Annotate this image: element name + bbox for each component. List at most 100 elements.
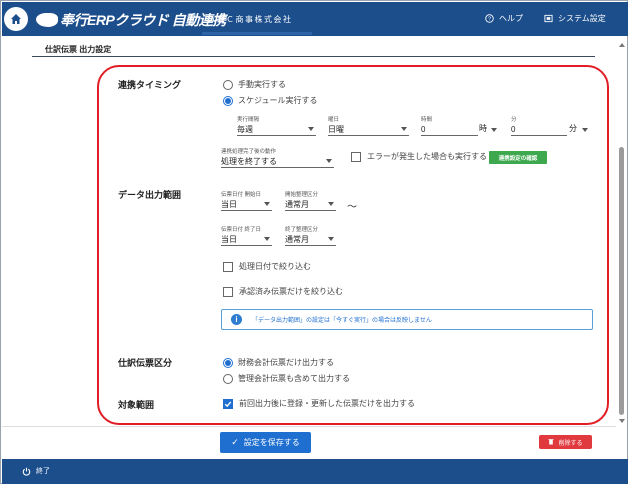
checkbox-box <box>223 286 233 297</box>
scroll-down-arrow-icon[interactable] <box>619 419 625 423</box>
chevron-down-icon <box>582 127 588 132</box>
home-button[interactable] <box>4 7 28 31</box>
end-period-label: 終了整理区分 <box>285 227 319 233</box>
help-link[interactable]: ? ヘルプ <box>485 13 523 24</box>
after-action-value: 処理を終了する <box>221 156 277 166</box>
minute-input-value: 0 <box>511 124 516 134</box>
chevron-down-icon <box>491 127 497 132</box>
checkmark-icon <box>224 400 232 407</box>
logo-mark-icon <box>36 13 58 27</box>
settings-label: システム設定 <box>558 14 606 23</box>
end-date-label: 伝票日付 終了日 <box>221 227 262 233</box>
checkbox-box <box>351 151 361 162</box>
delete-label: 削除する <box>558 440 583 447</box>
app-logo: 奉行ERPクラウド 自動連携 <box>36 10 226 30</box>
company-name[interactable]: ＯＢＣ商事株式会社 <box>207 14 293 25</box>
chevron-down-icon <box>264 237 270 241</box>
target-section-label: 対象範囲 <box>118 400 155 410</box>
weekday-select-value: 日曜 <box>328 124 344 134</box>
filter-processing-date-checkbox[interactable]: 処理日付で絞り込む <box>223 261 311 272</box>
help-icon: ? <box>485 14 494 23</box>
end-period-value: 通常月 <box>285 234 309 244</box>
exit-label: 終了 <box>36 468 50 475</box>
start-date-label: 伝票日付 開始日 <box>221 192 262 198</box>
check-settings-button[interactable]: 連携設定の確認 <box>489 151 547 164</box>
check-icon: ✓ <box>231 437 239 447</box>
chevron-down-icon <box>264 202 270 206</box>
system-settings-link[interactable]: システム設定 <box>544 13 606 24</box>
range-section-label: データ出力範囲 <box>118 190 182 200</box>
financial-only-radio[interactable]: 財務会計伝票だけ出力する <box>223 357 334 368</box>
minute-input-label: 分 <box>511 117 517 123</box>
checkbox-checked <box>223 398 233 409</box>
exit-button[interactable]: 終了 <box>22 466 50 476</box>
schedule-run-radio[interactable]: スケジュール実行する <box>223 95 317 106</box>
hour-input-value: 0 <box>421 124 426 134</box>
filter-approved-checkbox[interactable]: 承認済み伝票だけを絞り込む <box>223 286 343 297</box>
weekday-select[interactable]: 曜日 日曜 <box>328 115 409 136</box>
hour-dropdown[interactable] <box>491 115 498 136</box>
svg-text:?: ? <box>488 17 491 23</box>
start-period-label: 開始整理区分 <box>285 192 319 198</box>
delete-button[interactable]: 削除する <box>539 435 592 449</box>
top-header: 奉行ERPクラウド 自動連携 ＯＢＣ商事株式会社 ? ヘルプ システム設定 <box>2 2 628 36</box>
page-title: 仕訳伝票 出力設定 <box>45 45 112 54</box>
hour-unit: 時 <box>479 124 487 133</box>
minute-input[interactable]: 分 0 <box>511 115 567 136</box>
after-action-select[interactable]: 連携処理完了後の動作 処理を終了する <box>221 147 334 168</box>
bottom-bar: 終了 <box>2 459 628 484</box>
chevron-down-icon <box>328 202 334 206</box>
info-icon: i <box>231 314 242 325</box>
minute-unit: 分 <box>569 124 577 133</box>
end-date-value: 当日 <box>221 234 237 244</box>
financial-only-label: 財務会計伝票だけ出力する <box>238 358 334 367</box>
division-section-label: 仕訳伝票区分 <box>118 358 173 368</box>
timing-section-label: 連携タイミング <box>118 80 182 90</box>
include-management-radio[interactable]: 管理会計伝票も含めて出力する <box>223 373 350 384</box>
updated-only-checkbox[interactable]: 前回出力後に登録・更新した伝票だけを出力する <box>223 398 415 409</box>
end-date-select[interactable]: 伝票日付 終了日 当日 <box>221 225 272 246</box>
company-underline <box>202 32 312 35</box>
manual-run-radio[interactable]: 手動実行する <box>223 79 286 90</box>
radio-circle-selected <box>223 95 233 106</box>
include-management-label: 管理会計伝票も含めて出力する <box>238 374 350 383</box>
chevron-down-icon <box>401 127 407 131</box>
footer-divider <box>2 426 616 427</box>
start-date-value: 当日 <box>221 199 237 209</box>
logo-text: 奉行ERPクラウド 自動連携 <box>60 12 226 28</box>
start-period-value: 通常月 <box>285 199 309 209</box>
home-icon <box>11 14 21 24</box>
minute-dropdown[interactable] <box>582 115 590 136</box>
after-action-label: 連携処理完了後の動作 <box>221 149 277 155</box>
radio-circle <box>223 373 233 384</box>
error-run-checkbox[interactable]: エラーが発生した場合も実行する <box>351 151 487 162</box>
radio-circle-selected <box>223 357 233 368</box>
start-date-select[interactable]: 伝票日付 開始日 当日 <box>221 190 272 211</box>
cycle-select[interactable]: 実行間隔 毎週 <box>237 115 316 136</box>
settings-icon <box>544 14 553 23</box>
filter-approved-label: 承認済み伝票だけを絞り込む <box>239 287 343 296</box>
checkbox-box <box>223 261 233 272</box>
hour-input[interactable]: 時間 0 <box>421 115 478 136</box>
manual-run-label: 手動実行する <box>238 80 286 89</box>
scrollbar-thumb[interactable] <box>619 147 624 415</box>
schedule-run-label: スケジュール実行する <box>238 96 318 105</box>
scroll-up-arrow-icon[interactable] <box>619 43 625 47</box>
save-settings-button[interactable]: ✓ 設定を保存する <box>220 432 311 453</box>
info-banner: i 「データ出力範囲」の設定は「今すぐ実行」の場合は反映しません <box>221 309 593 330</box>
cycle-select-label: 実行間隔 <box>237 117 260 123</box>
end-period-select[interactable]: 終了整理区分 通常月 <box>285 225 336 246</box>
filter-processing-date-label: 処理日付で絞り込む <box>239 262 311 271</box>
cycle-select-value: 毎週 <box>237 124 253 134</box>
weekday-select-label: 曜日 <box>328 117 340 123</box>
chevron-down-icon <box>328 237 334 241</box>
trash-icon <box>548 438 554 447</box>
start-period-select[interactable]: 開始整理区分 通常月 <box>285 190 336 211</box>
save-settings-label: 設定を保存する <box>243 438 300 447</box>
app-window: 奉行ERPクラウド 自動連携 ＯＢＣ商事株式会社 ? ヘルプ システム設定 仕訳… <box>0 0 628 484</box>
help-label: ヘルプ <box>499 14 523 23</box>
error-run-label: エラーが発生した場合も実行する <box>367 152 487 161</box>
updated-only-label: 前回出力後に登録・更新した伝票だけを出力する <box>239 399 415 408</box>
hour-input-label: 時間 <box>421 117 433 123</box>
title-divider <box>32 56 595 57</box>
